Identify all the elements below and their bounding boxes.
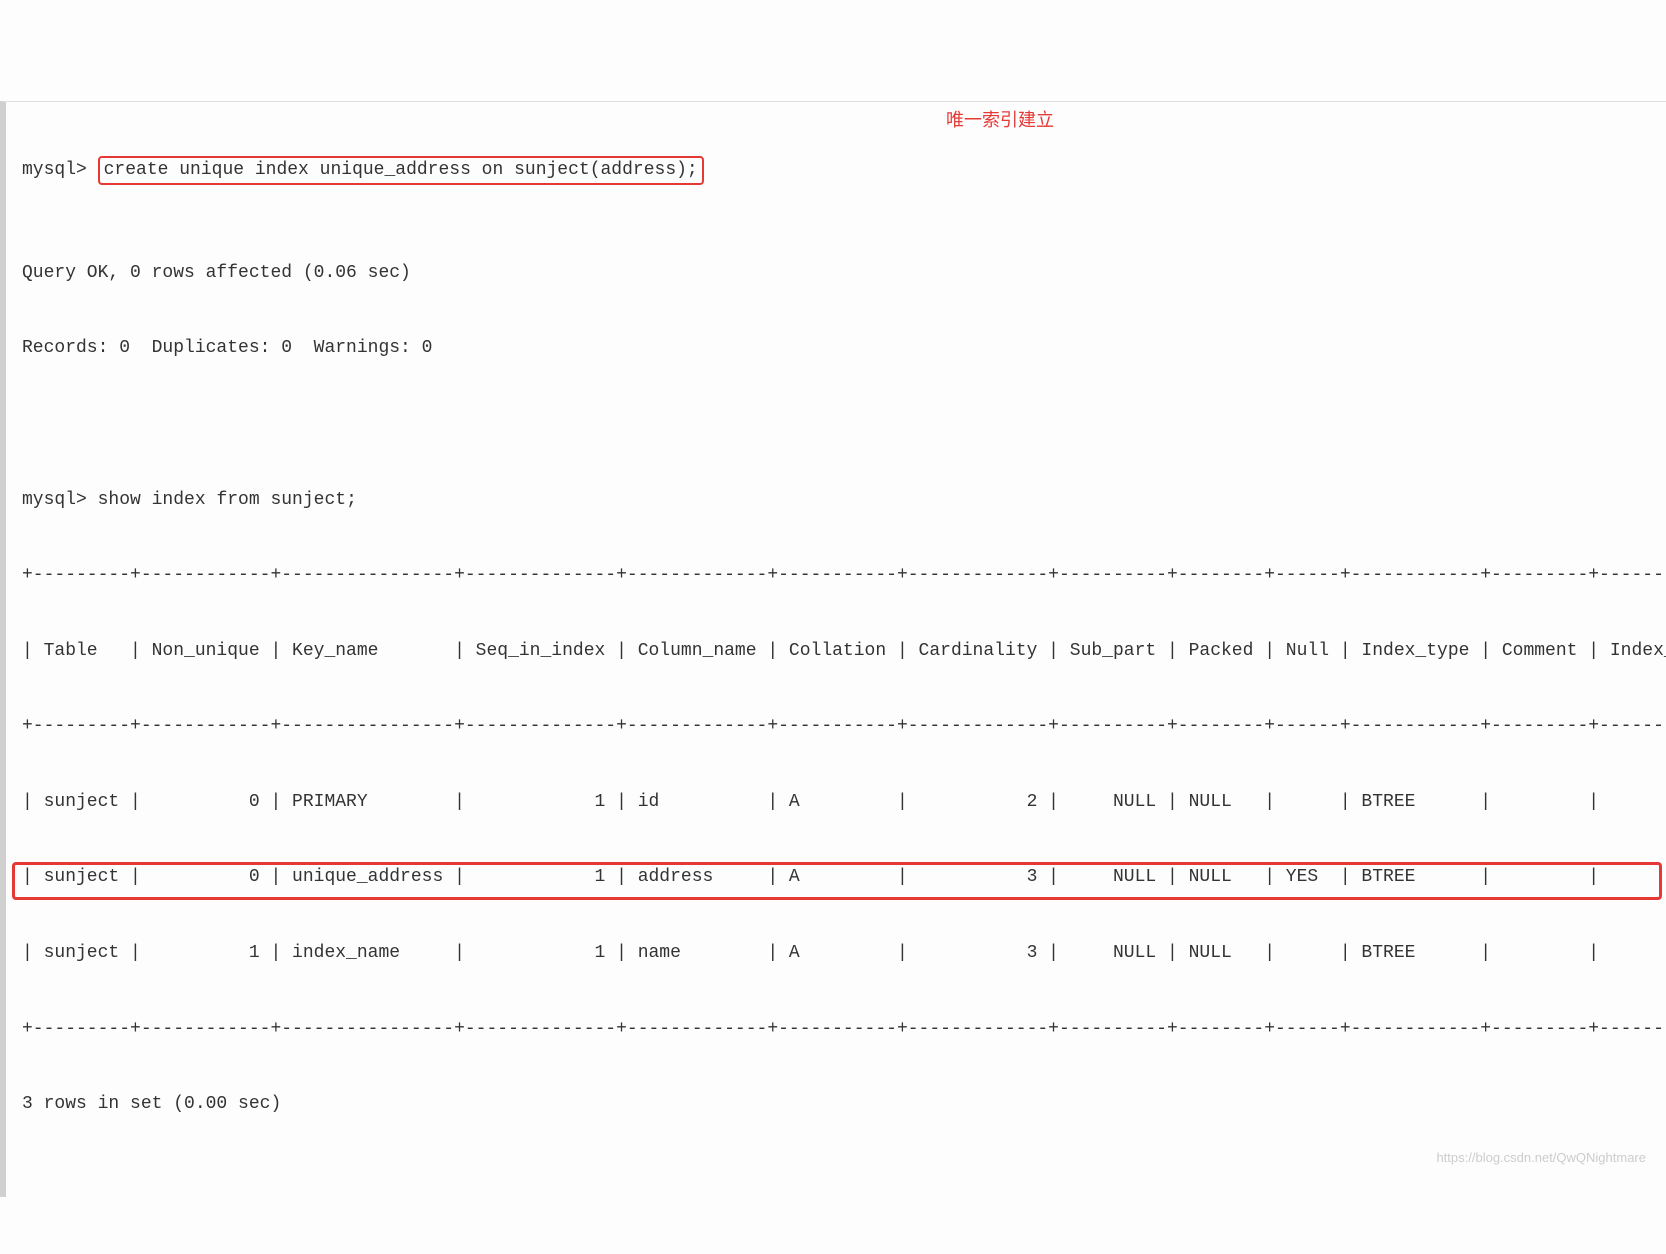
cmd-create-line: mysql> create unique index unique_addres… [22, 156, 1666, 185]
table-row: | sunject | 0 | PRIMARY | 1 | id | A | 2… [22, 790, 1666, 815]
annotation-unique-index: 唯一索引建立 [946, 108, 1054, 133]
prompt: mysql> [22, 160, 87, 180]
cmd-show-line: mysql> show index from sunject; [22, 488, 1666, 513]
query-ok-line: Query OK, 0 rows affected (0.06 sec) [22, 261, 1666, 286]
separator-bottom: +---------+------------+----------------… [22, 1017, 1666, 1042]
table-row: | sunject | 1 | index_name | 1 | name | … [22, 941, 1666, 966]
separator-mid: +---------+------------+----------------… [22, 714, 1666, 739]
table-row: | sunject | 0 | unique_address | 1 | add… [22, 865, 1666, 890]
show-index-command: show index from sunject; [98, 490, 357, 510]
header-row: | Table | Non_unique | Key_name | Seq_in… [22, 639, 1666, 664]
create-index-command: create unique index unique_address on su… [98, 156, 704, 185]
blank-line [22, 412, 1666, 437]
records-line: Records: 0 Duplicates: 0 Warnings: 0 [22, 336, 1666, 361]
separator-top: +---------+------------+----------------… [22, 563, 1666, 588]
watermark: https://blog.csdn.net/QwQNightmare [1436, 1149, 1646, 1167]
terminal-output: mysql> create unique index unique_addres… [0, 101, 1666, 1197]
rows-in-set: 3 rows in set (0.00 sec) [22, 1092, 1666, 1117]
